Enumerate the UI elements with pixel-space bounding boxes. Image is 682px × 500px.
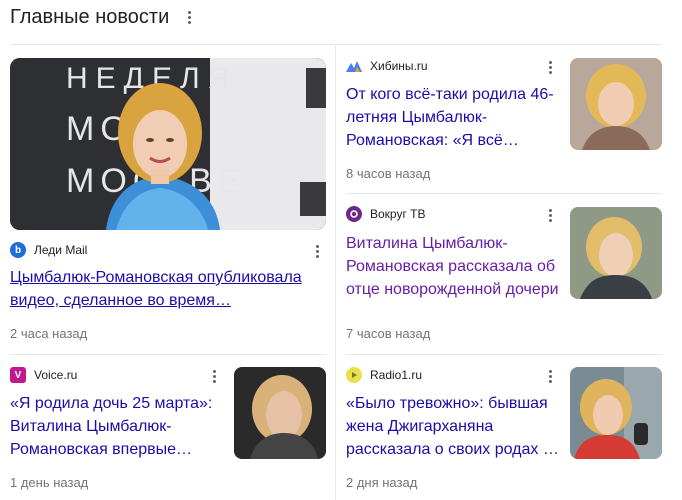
source-row[interactable]: b Леди Mail [10, 240, 87, 260]
story-headline-link[interactable]: «Было тревожно»: бывшая жена Джигарханян… [346, 392, 562, 461]
khibiny-logo-icon [346, 58, 362, 74]
more-options-icon[interactable] [208, 368, 220, 384]
timestamp: 7 часов назад [346, 326, 431, 341]
story-thumbnail[interactable] [570, 58, 662, 150]
story-headline-link[interactable]: «Я родила дочь 25 марта»: Виталина Цымба… [10, 392, 226, 461]
source-name: Radio1.ru [370, 368, 423, 382]
timestamp: 2 дня назад [346, 475, 418, 490]
headline-line: отце новорожденной дочери [346, 281, 559, 298]
headline-line: рассказала о своих родах … [346, 441, 559, 458]
source-row[interactable]: V Voice.ru [10, 365, 77, 385]
more-options-icon[interactable] [544, 207, 556, 223]
story-thumbnail[interactable] [234, 367, 326, 459]
source-name: Voice.ru [34, 368, 78, 382]
headline-line: Романовская рассказала об [346, 258, 556, 275]
column-divider [335, 45, 336, 500]
timestamp: 8 часов назад [346, 166, 431, 181]
radio1-logo-icon [346, 367, 362, 383]
headline-line: жена Джигарханяна [346, 418, 494, 435]
timestamp: 1 день назад [10, 475, 89, 490]
headline-line: летняя Цымбалюк- [346, 109, 488, 126]
divider [346, 193, 662, 194]
featured-headline-link[interactable]: Цымбалюк-Романовская опубликовала видео,… [10, 266, 330, 312]
source-row[interactable]: Вокруг ТВ [346, 204, 426, 224]
more-options-icon[interactable] [183, 8, 195, 26]
section-header: Главные новости [10, 4, 195, 30]
voice-logo-icon: V [10, 367, 26, 383]
more-options-icon[interactable] [544, 368, 556, 384]
headline-line: видео, сделанное во время… [10, 292, 231, 309]
divider [346, 354, 662, 355]
source-name: Вокруг ТВ [370, 207, 426, 221]
source-name: Хибины.ru [370, 59, 428, 73]
headline-line: От кого всё-таки родила 46- [346, 86, 554, 103]
featured-story-image[interactable]: НЕДЕЛЯ МОДЫ МОСКВЕ [10, 58, 326, 230]
headline-line: «Я родила дочь 25 марта»: [10, 395, 213, 412]
headline-line: Виталина Цымбалюк- [346, 235, 508, 252]
source-row[interactable]: Хибины.ru [346, 56, 428, 76]
story-headline-link[interactable]: Виталина Цымбалюк- Романовская рассказал… [346, 232, 562, 301]
headline-line: Цымбалюк-Романовская опубликовала [10, 269, 302, 286]
headline-line: Романовская впервые… [10, 441, 193, 458]
divider [10, 44, 662, 45]
more-options-icon[interactable] [544, 59, 556, 75]
story-headline-link[interactable]: От кого всё-таки родила 46- летняя Цымба… [346, 83, 562, 152]
source-row[interactable]: Radio1.ru [346, 365, 422, 385]
headline-line: «Было тревожно»: бывшая [346, 395, 548, 412]
more-options-icon[interactable] [311, 243, 323, 259]
headline-line: Романовская: «Я всё… [346, 132, 519, 149]
story-thumbnail[interactable] [570, 367, 662, 459]
section-title: Главные новости [10, 5, 170, 28]
story-thumbnail[interactable] [570, 207, 662, 299]
source-name: Леди Mail [34, 243, 88, 257]
divider [10, 354, 326, 355]
timestamp: 2 часа назад [10, 326, 88, 341]
vokrug-tv-logo-icon [346, 206, 362, 222]
lady-mail-logo-icon: b [10, 242, 26, 258]
headline-line: Виталина Цымбалюк- [10, 418, 172, 435]
